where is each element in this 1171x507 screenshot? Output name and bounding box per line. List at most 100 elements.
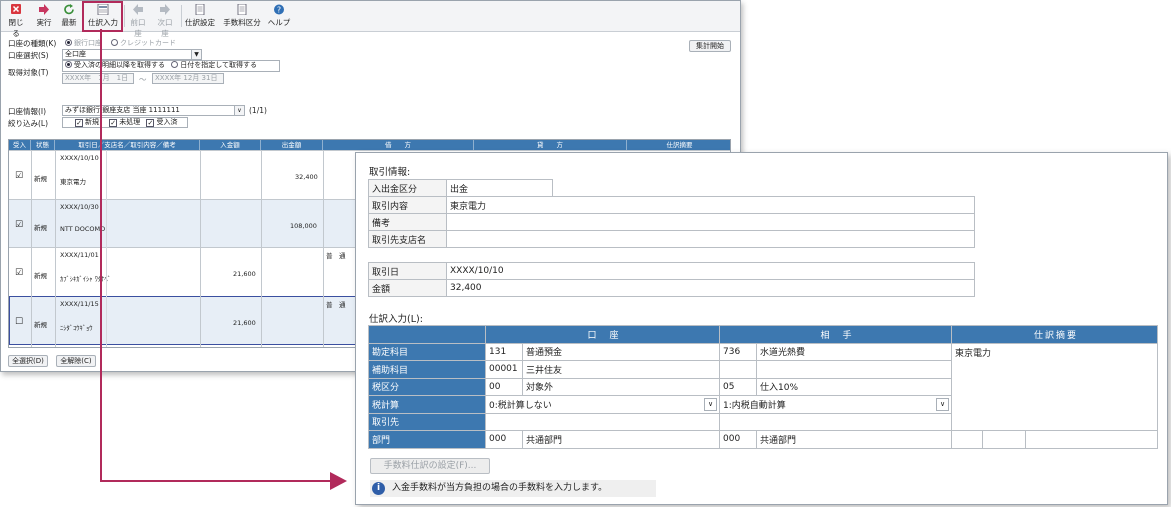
row-debit-fragment: 普 通 [326,252,346,260]
callout-arrow-line [100,480,332,482]
date-label: 取引日 [368,262,447,280]
journal-settings-button[interactable]: 仕訳設定 [185,4,215,30]
col-header-details: 取引日／支店名／取引内容／備考 [55,140,200,150]
filter-new-checkbox[interactable]: ✓ 新規 [75,118,99,127]
row-receive-checkbox[interactable]: ☑ [15,268,23,278]
filter-unprocessed-checkbox[interactable]: ✓ 未処理 [109,118,140,127]
select-all-button[interactable]: 全選択(D) [8,355,48,367]
counter-code-cell[interactable]: 05 [719,377,757,396]
amount-label: 金額 [368,279,447,297]
row-date: XXXX/11/15 [60,300,99,308]
branch-value [446,230,975,248]
column-divider [200,150,201,347]
account-code-cell[interactable]: 131 [485,342,523,361]
summary-sub-cell[interactable] [1025,430,1158,449]
info-message: 入金手数料が当方負担の場合の手数料を入力します。 [392,483,608,493]
help-button[interactable]: ? ヘルプ [267,4,291,30]
filter-label: 絞り込み(L) [8,119,49,128]
deselect-all-button[interactable]: 全解除(C) [56,355,96,367]
counter-code-cell[interactable] [719,360,757,379]
summary-sub-cell[interactable] [982,430,1026,449]
journal-summary-field[interactable]: 東京電力 [951,342,1158,431]
memo-label: 備考 [368,213,447,231]
column-divider [261,150,262,347]
start-aggregation-button[interactable]: 集計開始 [689,40,731,52]
account-partner-cell[interactable] [485,412,720,431]
row-name: NTT DOCOMO [60,225,106,233]
fee-journal-settings-button[interactable]: 手数料仕訳の設定(F)... [370,458,490,474]
row-receive-checkbox[interactable]: ☑ [15,171,23,181]
counter-tax-calc-select[interactable]: 1:内税自動計算 ∨ [719,395,952,414]
transaction-info-title: 取引情報: [369,167,411,178]
col-header-debit: 借 方 [323,140,474,150]
refresh-button[interactable]: 最新 [59,4,79,30]
counter-partner-cell[interactable] [719,412,952,431]
account-name-cell[interactable]: 三井住友 [522,360,720,379]
date-from-field[interactable]: XXXX年 1月 1日 [62,73,134,84]
info-message-bar: i 入金手数料が当方負担の場合の手数料を入力します。 [370,480,656,497]
col-header-status: 状態 [31,140,55,150]
refresh-icon [64,4,74,15]
counter-name-cell[interactable]: 水道光熱費 [756,342,952,361]
period-radio-received[interactable]: 受入済の明細以降を取得する [65,61,165,69]
row-receive-checkbox[interactable]: ☐ [15,317,23,327]
account-info-label: 口座情報(I) [8,107,47,116]
column-divider [106,150,107,347]
counter-name-cell[interactable] [756,360,952,379]
col-header-deposit: 入金額 [200,140,261,150]
filter-received-checkbox[interactable]: ✓ 受入済 [146,118,177,127]
account-name-cell[interactable]: 対象外 [522,377,720,396]
account-info-dropdown[interactable]: みずほ銀行 銀座支店 当座 1111111 ∨ [62,105,245,116]
row-debit-fragment: 普 通 [326,301,346,309]
date-separator: ～ [139,75,147,84]
journal-input-title: 仕訳入力(L): [369,314,423,325]
account-name-cell[interactable]: 共通部門 [522,430,720,449]
settings-sheet-icon [195,4,205,15]
row-name: ｶﾌﾞｼｷｶﾞｲｼｬ ﾜﾀﾅﾍﾞ [60,275,111,283]
toolbar-separator [181,5,182,27]
col-header-receive: 受入 [9,140,31,150]
grid-header: 受入 状態 取引日／支店名／取引内容／備考 入金額 出金額 借 方 貸 方 仕訳… [9,140,730,150]
close-icon [11,4,21,14]
account-code-cell[interactable]: 00 [485,377,523,396]
info-icon: i [372,482,385,495]
account-select-dropdown[interactable]: 全口座 ▼ [62,49,202,60]
close-button[interactable]: 閉じる [5,4,27,38]
fee-category-button[interactable]: 手数料区分 [223,4,261,30]
journal-header-counter: 相 手 [719,325,952,344]
journal-header-summary: 仕訳摘要 [951,325,1158,344]
journal-header-blank [368,325,486,344]
counter-name-cell[interactable]: 仕入10% [756,377,952,396]
journal-header-account: 口 座 [485,325,720,344]
col-header-summary: 仕訳摘要 [666,141,693,149]
account-code-cell[interactable]: 00001 [485,360,523,379]
account-type-radio-card[interactable]: クレジットカード [111,38,176,48]
account-info-count: (1/1) [249,106,267,115]
period-radio-date[interactable]: 日付を指定して取得する [171,61,257,69]
prev-account-button[interactable]: 前口座 [127,4,149,38]
row-label-department: 部門 [368,430,486,449]
row-name: 東京電力 [60,178,86,186]
account-code-cell[interactable]: 000 [485,430,523,449]
row-label-tax-calc: 税計算 [368,395,486,414]
period-label: 取得対象(T) [8,68,49,77]
row-label-sub-account: 補助科目 [368,360,486,379]
execute-button[interactable]: 実行 [33,4,55,30]
next-account-button[interactable]: 次口座 [154,4,176,38]
account-name-cell[interactable]: 普通預金 [522,342,720,361]
row-receive-checkbox[interactable]: ☑ [15,220,23,230]
summary-sub-cell[interactable] [951,430,983,449]
account-type-radio-bank[interactable]: 銀行口座 [65,38,102,48]
row-deposit: 21,600 [233,319,256,327]
content-label: 取引内容 [368,196,447,214]
transaction-info-table: 入出金区分 出金 [368,179,553,197]
counter-name-cell[interactable]: 共通部門 [756,430,952,449]
help-icon: ? [274,4,284,15]
date-to-field[interactable]: XXXX年 12月 31日 [152,73,224,84]
date-amount-table: 取引日 XXXX/10/10 金額 32,400 [368,262,975,297]
counter-code-cell[interactable]: 000 [719,430,757,449]
row-status: 新規 [34,321,47,329]
account-tax-calc-select[interactable]: 0:税計算しない ∨ [485,395,720,414]
chevron-down-icon: ∨ [234,106,244,115]
counter-code-cell[interactable]: 736 [719,342,757,361]
